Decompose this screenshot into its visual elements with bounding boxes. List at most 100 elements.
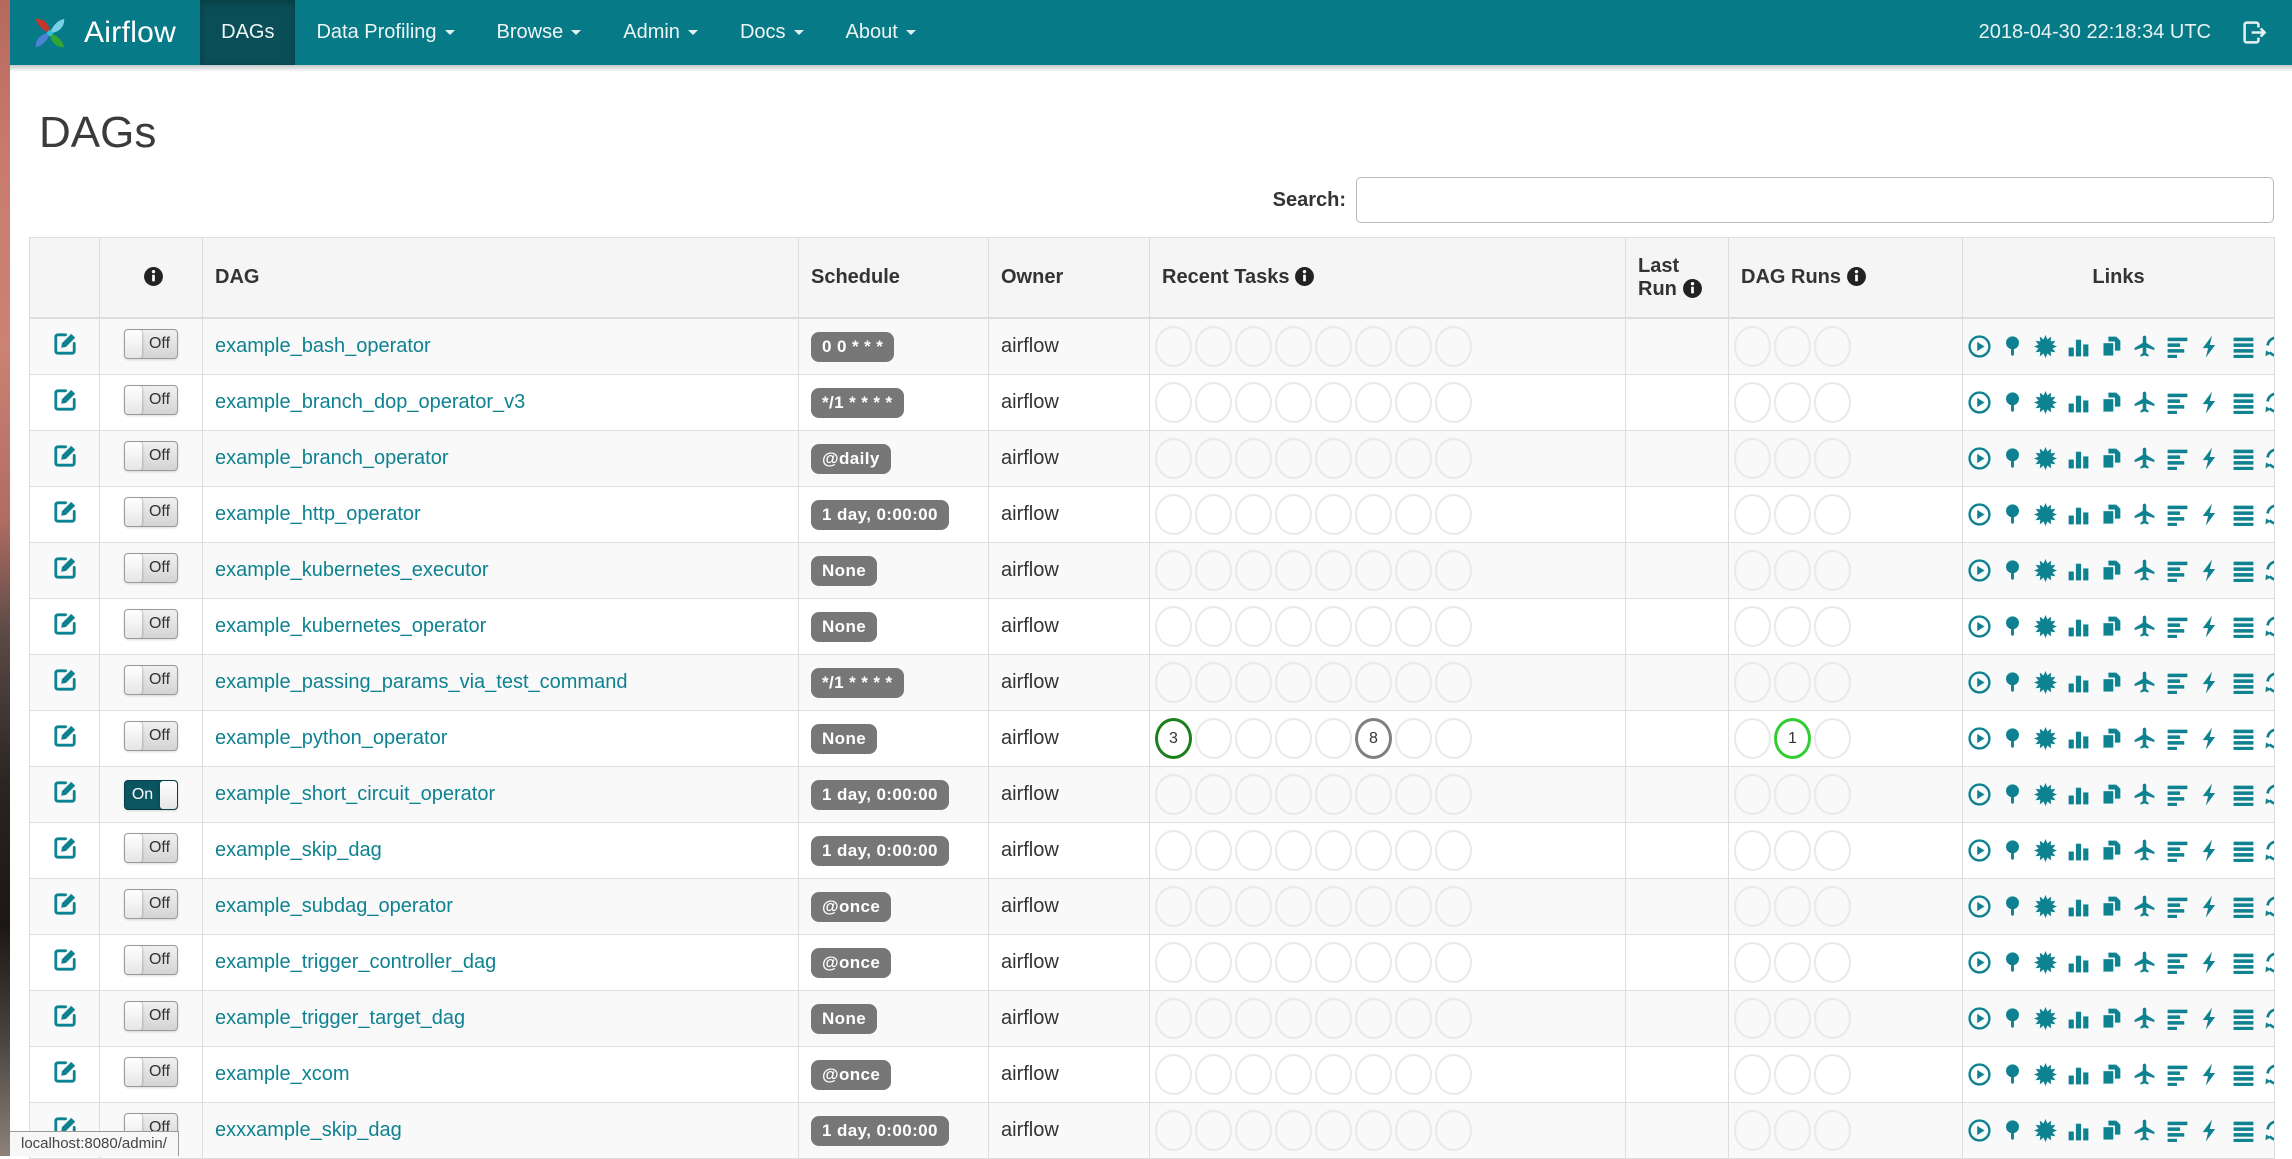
schedule-badge[interactable]: None bbox=[811, 611, 878, 642]
link-graph-view[interactable] bbox=[2033, 334, 2058, 359]
link-trigger-dag[interactable] bbox=[1967, 894, 1992, 919]
dagrun-state-circle-running[interactable]: 1 bbox=[1774, 718, 1811, 759]
search-input[interactable] bbox=[1356, 177, 2274, 223]
link-refresh[interactable] bbox=[2264, 950, 2274, 975]
schedule-badge[interactable]: */1 * * * * bbox=[811, 387, 904, 418]
link-task-tries[interactable] bbox=[2099, 726, 2124, 751]
link-task-duration[interactable] bbox=[2066, 838, 2091, 863]
link-gantt-view[interactable] bbox=[2165, 950, 2190, 975]
link-task-tries[interactable] bbox=[2099, 558, 2124, 583]
link-trigger-dag[interactable] bbox=[1967, 782, 1992, 807]
link-landing-times[interactable] bbox=[2132, 838, 2157, 863]
link-logs[interactable] bbox=[2231, 1062, 2256, 1087]
link-code-view[interactable] bbox=[2198, 614, 2223, 639]
link-task-duration[interactable] bbox=[2066, 558, 2091, 583]
link-gantt-view[interactable] bbox=[2165, 1062, 2190, 1087]
link-task-tries[interactable] bbox=[2099, 670, 2124, 695]
link-gantt-view[interactable] bbox=[2165, 1118, 2190, 1143]
link-landing-times[interactable] bbox=[2132, 894, 2157, 919]
link-trigger-dag[interactable] bbox=[1967, 1118, 1992, 1143]
link-logs[interactable] bbox=[2231, 502, 2256, 527]
dag-link[interactable]: example_kubernetes_operator bbox=[215, 615, 486, 637]
link-tree-view[interactable] bbox=[2000, 838, 2025, 863]
link-gantt-view[interactable] bbox=[2165, 726, 2190, 751]
link-task-tries[interactable] bbox=[2099, 1118, 2124, 1143]
dag-link[interactable]: exxxample_skip_dag bbox=[215, 1119, 402, 1141]
link-gantt-view[interactable] bbox=[2165, 446, 2190, 471]
link-graph-view[interactable] bbox=[2033, 1118, 2058, 1143]
link-refresh[interactable] bbox=[2264, 614, 2274, 639]
link-refresh[interactable] bbox=[2264, 390, 2274, 415]
link-trigger-dag[interactable] bbox=[1967, 726, 1992, 751]
link-trigger-dag[interactable] bbox=[1967, 502, 1992, 527]
link-gantt-view[interactable] bbox=[2165, 894, 2190, 919]
airflow-brand[interactable]: Airflow bbox=[10, 0, 200, 65]
link-trigger-dag[interactable] bbox=[1967, 670, 1992, 695]
link-logs[interactable] bbox=[2231, 726, 2256, 751]
link-graph-view[interactable] bbox=[2033, 502, 2058, 527]
link-tree-view[interactable] bbox=[2000, 1062, 2025, 1087]
dag-pause-toggle[interactable]: Off bbox=[124, 441, 178, 471]
link-gantt-view[interactable] bbox=[2165, 614, 2190, 639]
info-icon[interactable] bbox=[1846, 266, 1867, 287]
schedule-badge[interactable]: 0 0 * * * bbox=[811, 331, 895, 362]
link-tree-view[interactable] bbox=[2000, 558, 2025, 583]
link-gantt-view[interactable] bbox=[2165, 782, 2190, 807]
dag-link[interactable]: example_kubernetes_executor bbox=[215, 559, 489, 581]
link-tree-view[interactable] bbox=[2000, 334, 2025, 359]
link-logs[interactable] bbox=[2231, 390, 2256, 415]
link-task-tries[interactable] bbox=[2099, 390, 2124, 415]
link-refresh[interactable] bbox=[2264, 894, 2274, 919]
dag-link[interactable]: example_subdag_operator bbox=[215, 895, 453, 917]
link-code-view[interactable] bbox=[2198, 894, 2223, 919]
link-task-duration[interactable] bbox=[2066, 670, 2091, 695]
link-logs[interactable] bbox=[2231, 782, 2256, 807]
link-logs[interactable] bbox=[2231, 614, 2256, 639]
dag-pause-toggle[interactable]: Off bbox=[124, 833, 178, 863]
link-logs[interactable] bbox=[2231, 558, 2256, 583]
link-logs[interactable] bbox=[2231, 670, 2256, 695]
schedule-badge[interactable]: None bbox=[811, 723, 878, 754]
edit-dag-button[interactable] bbox=[52, 1003, 78, 1029]
dag-pause-toggle[interactable]: Off bbox=[124, 553, 178, 583]
link-landing-times[interactable] bbox=[2132, 614, 2157, 639]
link-logs[interactable] bbox=[2231, 1006, 2256, 1031]
link-code-view[interactable] bbox=[2198, 446, 2223, 471]
link-task-tries[interactable] bbox=[2099, 1006, 2124, 1031]
link-refresh[interactable] bbox=[2264, 782, 2274, 807]
link-task-tries[interactable] bbox=[2099, 782, 2124, 807]
link-landing-times[interactable] bbox=[2132, 726, 2157, 751]
dag-link[interactable]: example_trigger_target_dag bbox=[215, 1007, 465, 1029]
link-graph-view[interactable] bbox=[2033, 446, 2058, 471]
link-code-view[interactable] bbox=[2198, 1062, 2223, 1087]
nav-item-admin[interactable]: Admin bbox=[602, 0, 719, 65]
link-task-duration[interactable] bbox=[2066, 502, 2091, 527]
link-logs[interactable] bbox=[2231, 950, 2256, 975]
link-task-duration[interactable] bbox=[2066, 1062, 2091, 1087]
edit-dag-button[interactable] bbox=[52, 891, 78, 917]
link-logs[interactable] bbox=[2231, 446, 2256, 471]
link-tree-view[interactable] bbox=[2000, 726, 2025, 751]
edit-dag-button[interactable] bbox=[52, 555, 78, 581]
nav-item-docs[interactable]: Docs bbox=[719, 0, 825, 65]
link-graph-view[interactable] bbox=[2033, 1062, 2058, 1087]
link-code-view[interactable] bbox=[2198, 782, 2223, 807]
link-gantt-view[interactable] bbox=[2165, 670, 2190, 695]
link-refresh[interactable] bbox=[2264, 334, 2274, 359]
link-gantt-view[interactable] bbox=[2165, 1006, 2190, 1031]
dag-link[interactable]: example_skip_dag bbox=[215, 839, 382, 861]
edit-dag-button[interactable] bbox=[52, 667, 78, 693]
link-tree-view[interactable] bbox=[2000, 950, 2025, 975]
link-landing-times[interactable] bbox=[2132, 558, 2157, 583]
dag-link[interactable]: example_trigger_controller_dag bbox=[215, 951, 496, 973]
link-tree-view[interactable] bbox=[2000, 390, 2025, 415]
schedule-badge[interactable]: @once bbox=[811, 1059, 892, 1090]
dag-link[interactable]: example_branch_operator bbox=[215, 447, 449, 469]
info-icon[interactable] bbox=[1682, 278, 1703, 299]
edit-dag-button[interactable] bbox=[52, 835, 78, 861]
schedule-badge[interactable]: @once bbox=[811, 947, 892, 978]
edit-dag-button[interactable] bbox=[52, 947, 78, 973]
dag-link[interactable]: example_branch_dop_operator_v3 bbox=[215, 391, 525, 413]
link-refresh[interactable] bbox=[2264, 502, 2274, 527]
link-trigger-dag[interactable] bbox=[1967, 614, 1992, 639]
